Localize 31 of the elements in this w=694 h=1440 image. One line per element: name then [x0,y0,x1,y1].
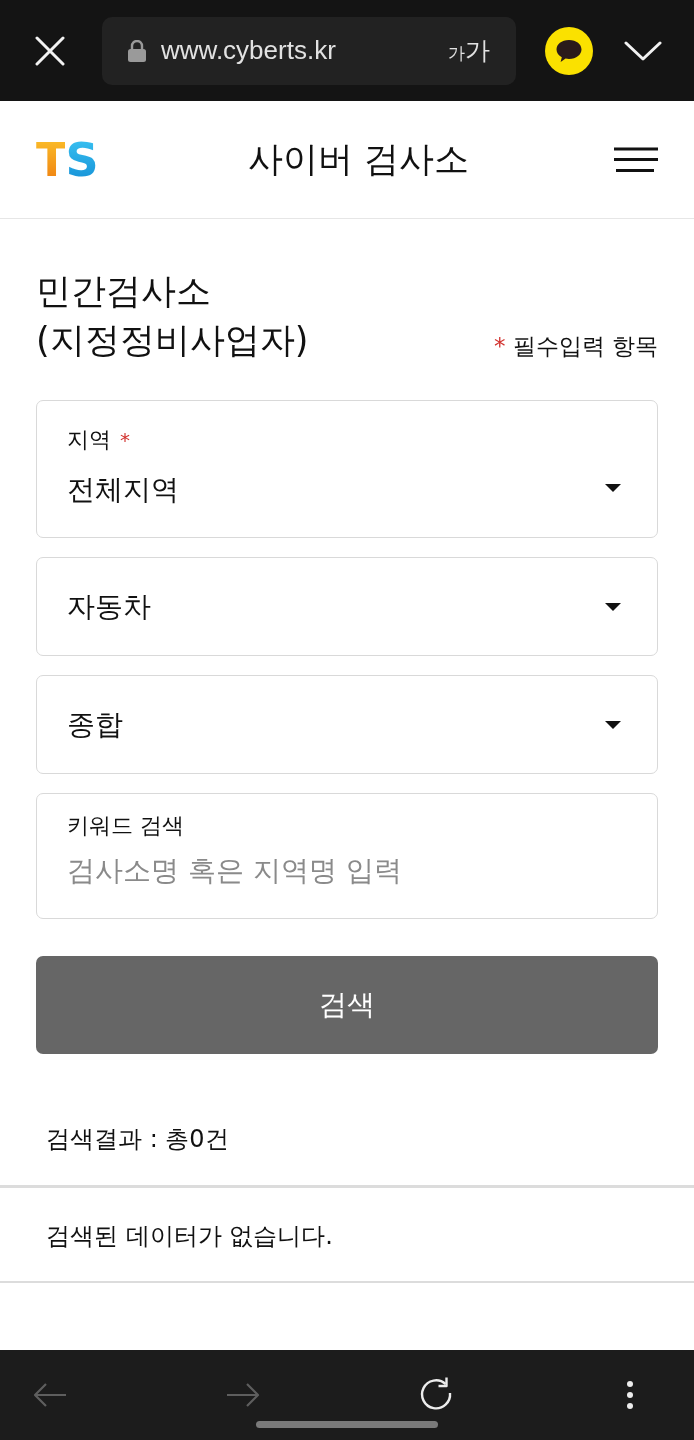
field-label: 지역 * [67,426,130,454]
chevron-down-icon[interactable] [624,40,662,61]
caret-icon [605,603,621,611]
chat-bubble-icon[interactable] [545,26,593,75]
url-text: www.cyberts.kr [161,35,337,66]
select-value: 자동차 [67,589,151,625]
text-size-button[interactable]: 가가 [448,38,490,63]
arrow-right-icon [226,1382,261,1408]
address-bar[interactable]: www.cyberts.kr 가가 [102,16,516,85]
close-icon [35,35,65,66]
select-value: 전체지역 [67,472,179,508]
select-field[interactable]: 자동차 [36,557,658,656]
search-button[interactable]: 검색 [36,956,658,1054]
menu-icon[interactable] [614,146,658,173]
caret-icon [605,483,621,492]
caret-icon [605,721,621,729]
field-label: 키워드 검색 [67,812,184,840]
site-title: 사이버 검사소 [246,137,470,181]
select-field[interactable]: 지역 * 전체지역 [36,400,658,538]
required-note: * 필수입력 항목 [493,332,658,361]
select-value: 종합 [67,707,123,743]
more-icon [626,1380,634,1410]
lock-icon [128,39,146,62]
input-field[interactable]: 키워드 검색 검사소명 혹은 지역명 입력 [36,793,658,919]
empty-message: 검색된 데이터가 없습니다. [46,1221,333,1252]
close-button[interactable] [35,35,65,66]
page-title: 민간검사소 (지정정비사업자) [36,270,309,362]
result-summary: 검색결과 : 총0건 [46,1124,229,1155]
arrow-left-icon [33,1382,67,1408]
select-field[interactable]: 종합 [36,675,658,774]
text-input[interactable]: 검사소명 혹은 지역명 입력 [67,850,627,890]
